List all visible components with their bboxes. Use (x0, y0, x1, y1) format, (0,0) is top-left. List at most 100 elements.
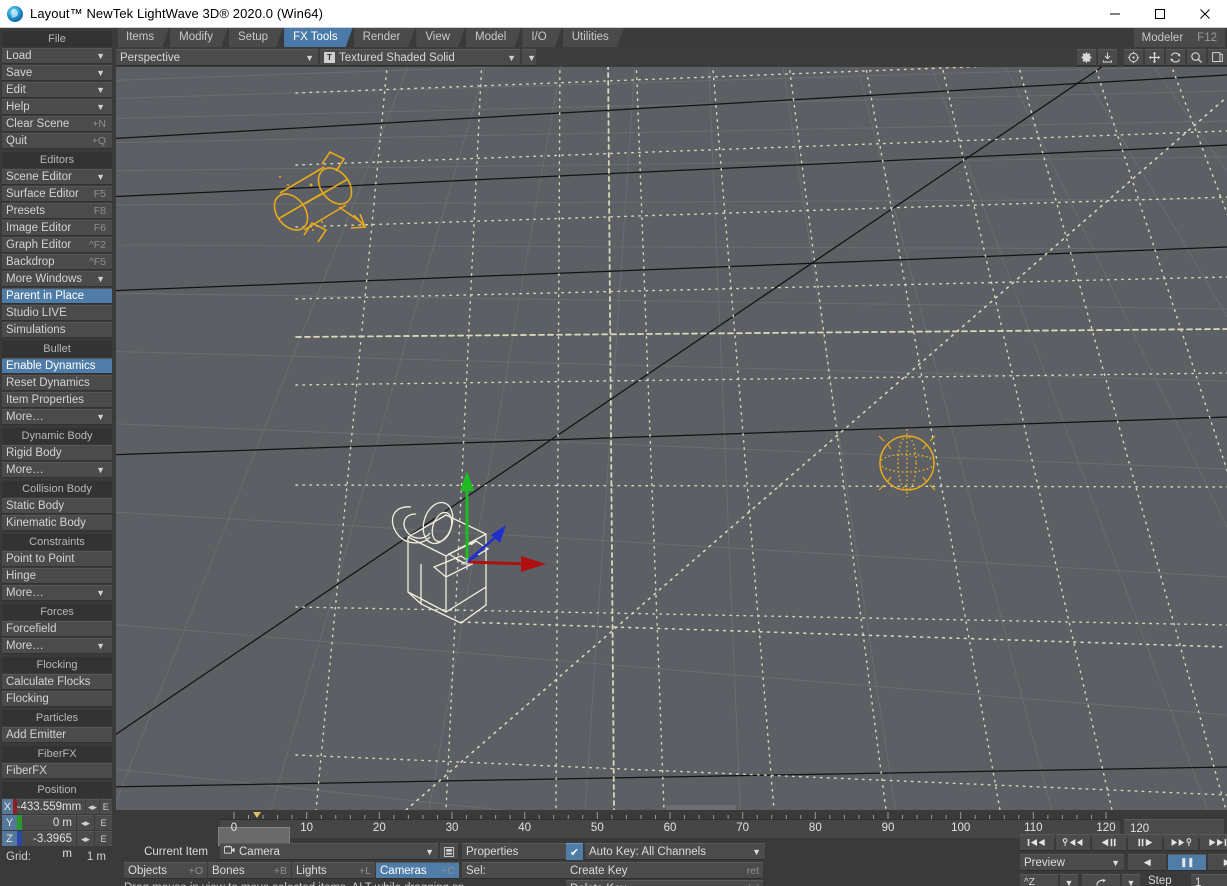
sidebar-item-static-body[interactable]: Static Body (2, 498, 112, 514)
sidebar-item-forcefield[interactable]: Forcefield (2, 621, 112, 637)
tab-setup[interactable]: Setup (229, 28, 283, 47)
delete-key-button[interactable]: Delete Key del (566, 880, 763, 886)
next-key-icon[interactable] (1164, 834, 1198, 851)
sidebar-item-backdrop[interactable]: Backdrop^F5 (2, 254, 112, 270)
envelope-button-z[interactable]: E (95, 831, 112, 846)
tab-render[interactable]: Render (354, 28, 416, 47)
envelope-button-x[interactable]: E (100, 799, 112, 814)
sidebar-item-more[interactable]: More…▼ (2, 462, 112, 478)
sidebar-item-flocking[interactable]: Flocking (2, 691, 112, 707)
properties-button[interactable]: Properties p (462, 843, 576, 860)
preview-dropdown[interactable]: Preview ▼ (1020, 854, 1124, 871)
undo-button[interactable]: ^Z (1020, 874, 1058, 886)
selection-mode-bones[interactable]: Bones+B (208, 862, 291, 879)
sidebar-item-load[interactable]: Load▼ (2, 48, 112, 64)
selection-mode-cameras[interactable]: Cameras+C (376, 862, 459, 879)
selection-mode-lights[interactable]: Lights+L (292, 862, 375, 879)
zoom-icon[interactable] (1187, 49, 1206, 66)
sidebar-item-add-emitter[interactable]: Add Emitter (2, 727, 112, 743)
sidebar-item-calculate-flocks[interactable]: Calculate Flocks (2, 674, 112, 690)
sidebar-item-item-properties[interactable]: Item Properties (2, 392, 112, 408)
rotate-icon[interactable] (1166, 49, 1185, 66)
sidebar-item-help[interactable]: Help▼ (2, 99, 112, 115)
sidebar-item-save[interactable]: Save▼ (2, 65, 112, 81)
shading-options-dropdown[interactable]: ▼ (522, 49, 536, 66)
tab-model[interactable]: Model (466, 28, 521, 47)
selection-mode-objects[interactable]: Objects+O (124, 862, 207, 879)
sidebar-item-point-to-point[interactable]: Point to Point (2, 551, 112, 567)
item-list-button[interactable] (440, 843, 458, 860)
prev-key-icon[interactable] (1056, 834, 1090, 851)
timeline-scale[interactable]: 0102030405060708090100110120 (220, 819, 1120, 838)
play-reverse-button[interactable]: ◀ (1128, 854, 1166, 871)
sidebar-item-edit[interactable]: Edit▼ (2, 82, 112, 98)
sidebar-item-more[interactable]: More…▼ (2, 409, 112, 425)
shading-mode-label: Textured Shaded Solid (339, 52, 455, 64)
arrows-left-right-icon[interactable]: ◂▸ (77, 815, 94, 830)
sidebar-item-surface-editor[interactable]: Surface EditorF5 (2, 186, 112, 202)
tab-items[interactable]: Items (118, 28, 169, 47)
tab-fx-tools[interactable]: FX Tools (284, 28, 353, 47)
title-bar: Layout™ NewTek LightWave 3D® 2020.0 (Win… (0, 0, 1227, 28)
arrows-left-right-icon[interactable]: ◂▸ (77, 831, 94, 846)
undo-history-dropdown[interactable]: ▼ (1060, 874, 1078, 886)
redo-icon[interactable] (1082, 874, 1120, 886)
maximize-viewport-icon[interactable] (1208, 49, 1227, 66)
envelope-button-y[interactable]: E (95, 815, 112, 830)
tab-i-o[interactable]: I/O (522, 28, 561, 47)
sidebar-item-more[interactable]: More…▼ (2, 585, 112, 601)
modeler-switch-button[interactable]: Modeler F12 (1134, 28, 1225, 47)
sidebar-item-quit[interactable]: Quit+Q (2, 133, 112, 149)
viewport-3d[interactable] (116, 67, 1227, 810)
maximize-button[interactable] (1137, 0, 1182, 28)
sidebar-item-image-editor[interactable]: Image EditorF6 (2, 220, 112, 236)
move-icon[interactable] (1145, 49, 1164, 66)
play-button[interactable]: ▶ (1208, 854, 1227, 871)
close-button[interactable] (1182, 0, 1227, 28)
view-mode-dropdown[interactable]: Perspective ▼ (116, 49, 318, 66)
sidebar-item-parent-in-place[interactable]: Parent in Place (2, 288, 112, 304)
tab-utilities[interactable]: Utilities (563, 28, 624, 47)
redo-history-dropdown[interactable]: ▼ (1122, 874, 1140, 886)
sidebar-item-simulations[interactable]: Simulations (2, 322, 112, 338)
sidebar-item-presets[interactable]: PresetsF8 (2, 203, 112, 219)
pause-button[interactable]: ❚❚ (1168, 854, 1206, 871)
arrows-left-right-icon[interactable]: ◂▸ (86, 799, 98, 814)
sidebar-item-graph-editor[interactable]: Graph Editor^F2 (2, 237, 112, 253)
sidebar-item-label: Item Properties (6, 393, 84, 408)
sidebar-item-clear-scene[interactable]: Clear Scene+N (2, 116, 112, 132)
position-value-y[interactable]: 0 m (22, 815, 76, 830)
position-value-x[interactable]: -433.559mm (17, 799, 86, 814)
sidebar-item-more-windows[interactable]: More Windows▼ (2, 271, 112, 287)
auto-key-dropdown[interactable]: Auto Key: All Channels ▼ (585, 843, 765, 860)
step-value-field[interactable]: 1 (1191, 874, 1227, 886)
sidebar-item-studio-live[interactable]: Studio LIVE (2, 305, 112, 321)
sidebar-item-more[interactable]: More…▼ (2, 638, 112, 654)
target-icon[interactable] (1124, 49, 1143, 66)
sidebar-item-hotkey: +N (92, 117, 108, 132)
skip-to-start-icon[interactable] (1020, 834, 1054, 851)
step-forward-icon[interactable] (1128, 834, 1162, 851)
sidebar-item-label: Presets (6, 204, 45, 219)
minimize-button[interactable] (1092, 0, 1137, 28)
sidebar-item-hinge[interactable]: Hinge (2, 568, 112, 584)
tab-modify[interactable]: Modify (170, 28, 228, 47)
tab-view[interactable]: View (416, 28, 465, 47)
undo-label: ^Z (1024, 875, 1035, 886)
create-key-button[interactable]: Create Key ret (566, 862, 763, 879)
auto-key-checkbox[interactable]: ✔ (566, 843, 583, 860)
skip-to-end-icon[interactable] (1200, 834, 1227, 851)
gear-icon[interactable] (1077, 49, 1096, 66)
sidebar-item-rigid-body[interactable]: Rigid Body (2, 445, 112, 461)
save-viewport-icon[interactable] (1098, 49, 1117, 66)
sidebar-item-kinematic-body[interactable]: Kinematic Body (2, 515, 112, 531)
current-item-dropdown[interactable]: Camera ▼ (220, 843, 438, 860)
shading-mode-dropdown[interactable]: T Textured Shaded Solid ▼ (320, 49, 520, 66)
step-back-icon[interactable] (1092, 834, 1126, 851)
sidebar-item-fiberfx[interactable]: FiberFX (2, 763, 112, 779)
position-value-z[interactable]: -3.3965 m (22, 831, 76, 846)
sidebar-item-scene-editor[interactable]: Scene Editor▼ (2, 169, 112, 185)
sidebar-item-enable-dynamics[interactable]: Enable Dynamics (2, 358, 112, 374)
timeline[interactable]: 0102030405060708090100110120 (220, 812, 1120, 838)
sidebar-item-reset-dynamics[interactable]: Reset Dynamics (2, 375, 112, 391)
